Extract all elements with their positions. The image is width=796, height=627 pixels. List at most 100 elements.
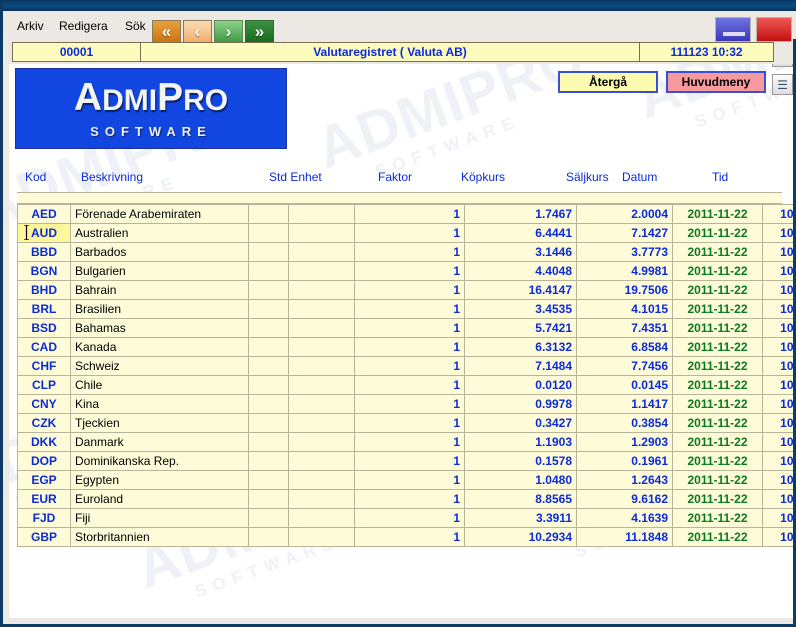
cell-saljkurs[interactable]: 7.1427 [576,223,673,243]
cell-datum[interactable]: 2011-11-22 [672,527,763,547]
cell-kopkurs[interactable]: 3.4535 [464,299,577,319]
cell-beskrivning[interactable]: Euroland [70,489,249,509]
cell-std[interactable] [248,299,289,319]
cell-beskrivning[interactable]: Dominikanska Rep. [70,451,249,471]
cell-beskrivning[interactable]: Brasilien [70,299,249,319]
cell-tid[interactable]: 10:59 [762,508,793,528]
cell-faktor[interactable]: 1 [354,299,465,319]
cell-tid[interactable]: 10:59 [762,280,793,300]
cell-datum[interactable]: 2011-11-22 [672,223,763,243]
cell-std[interactable] [248,356,289,376]
table-row[interactable]: CZKTjeckien 10.34270.38542011-11-2210:59 [17,413,793,433]
cell-beskrivning[interactable]: Danmark [70,432,249,452]
cell-saljkurs[interactable]: 11.1848 [576,527,673,547]
cell-kod[interactable]: DKK [17,432,71,452]
cell-datum[interactable]: 2011-11-22 [672,451,763,471]
cell-datum[interactable]: 2011-11-22 [672,413,763,433]
cell-faktor[interactable]: 1 [354,432,465,452]
cell-enhet[interactable] [288,318,355,338]
cell-saljkurs[interactable]: 3.7773 [576,242,673,262]
cell-kopkurs[interactable]: 3.3911 [464,508,577,528]
cell-kopkurs[interactable]: 7.1484 [464,356,577,376]
cell-enhet[interactable] [288,299,355,319]
cell-beskrivning[interactable]: Kanada [70,337,249,357]
cell-enhet[interactable] [288,413,355,433]
cell-kod[interactable]: BHD [17,280,71,300]
cell-datum[interactable]: 2011-11-22 [672,432,763,452]
cell-kopkurs[interactable]: 6.4441 [464,223,577,243]
cell-kopkurs[interactable]: 4.4048 [464,261,577,281]
cell-beskrivning[interactable]: Chile [70,375,249,395]
cell-kopkurs[interactable]: 6.3132 [464,337,577,357]
table-row[interactable]: DKKDanmark 11.19031.29032011-11-2210:59 [17,432,793,452]
nav-next-icon[interactable]: › [214,20,243,43]
cell-saljkurs[interactable]: 0.1961 [576,451,673,471]
table-row[interactable]: EGPEgypten 11.04801.26432011-11-2210:59 [17,470,793,490]
cell-saljkurs[interactable]: 0.0145 [576,375,673,395]
table-row[interactable]: BSDBahamas 15.74217.43512011-11-2210:59 [17,318,793,338]
table-row[interactable]: EUREuroland 18.85659.61622011-11-2210:59 [17,489,793,509]
cell-saljkurs[interactable]: 7.7456 [576,356,673,376]
nav-last-icon[interactable]: » [245,20,274,43]
cell-std[interactable] [248,375,289,395]
nav-first-icon[interactable]: « [152,20,181,43]
cell-beskrivning[interactable]: Bahamas [70,318,249,338]
cell-kod[interactable]: BRL [17,299,71,319]
cell-saljkurs[interactable]: 4.1639 [576,508,673,528]
cell-kopkurs[interactable]: 0.0120 [464,375,577,395]
cell-enhet[interactable] [288,223,355,243]
cell-kod[interactable]: AED [17,204,71,224]
cell-saljkurs[interactable]: 4.9981 [576,261,673,281]
atergk-button[interactable]: Återgå [558,71,658,93]
cell-enhet[interactable] [288,527,355,547]
cell-std[interactable] [248,223,289,243]
menu-item-arkiv[interactable]: Arkiv [14,18,47,34]
cell-beskrivning[interactable]: Fiji [70,508,249,528]
huvudmeny-button[interactable]: Huvudmeny [666,71,766,93]
cell-kopkurs[interactable]: 16.4147 [464,280,577,300]
cell-tid[interactable]: 10:59 [762,299,793,319]
cell-beskrivning[interactable]: Bulgarien [70,261,249,281]
table-row[interactable]: BHDBahrain 116.414719.75062011-11-2210:59 [17,280,793,300]
cell-datum[interactable]: 2011-11-22 [672,280,763,300]
cell-enhet[interactable] [288,280,355,300]
cell-std[interactable] [248,280,289,300]
cell-tid[interactable]: 10:59 [762,527,793,547]
table-row[interactable]: AUD Australien 16.44417.14272011-11-2210:5… [17,223,793,243]
cell-tid[interactable]: 10:59 [762,318,793,338]
cell-std[interactable] [248,261,289,281]
table-row[interactable]: BBDBarbados 13.14463.77732011-11-2210:59 [17,242,793,262]
nav-previous-icon[interactable]: ‹ [183,20,212,43]
cell-beskrivning[interactable]: Förenade Arabemiraten [70,204,249,224]
cell-enhet[interactable] [288,432,355,452]
cell-datum[interactable]: 2011-11-22 [672,337,763,357]
cell-std[interactable] [248,451,289,471]
cell-enhet[interactable] [288,204,355,224]
cell-datum[interactable]: 2011-11-22 [672,508,763,528]
cell-tid[interactable]: 10:59 [762,375,793,395]
cell-faktor[interactable]: 1 [354,451,465,471]
cell-enhet[interactable] [288,356,355,376]
cell-faktor[interactable]: 1 [354,204,465,224]
cell-tid[interactable]: 10:59 [762,394,793,414]
cell-datum[interactable]: 2011-11-22 [672,356,763,376]
cell-beskrivning[interactable]: Egypten [70,470,249,490]
cell-beskrivning[interactable]: Kina [70,394,249,414]
cell-kopkurs[interactable]: 1.7467 [464,204,577,224]
table-row[interactable]: BRLBrasilien 13.45354.10152011-11-2210:59 [17,299,793,319]
cell-faktor[interactable]: 1 [354,356,465,376]
cell-datum[interactable]: 2011-11-22 [672,375,763,395]
cell-enhet[interactable] [288,489,355,509]
table-row[interactable]: CADKanada 16.31326.85842011-11-2210:59 [17,337,793,357]
cell-std[interactable] [248,508,289,528]
cell-faktor[interactable]: 1 [354,508,465,528]
cell-datum[interactable]: 2011-11-22 [672,261,763,281]
cell-faktor[interactable]: 1 [354,242,465,262]
cell-tid[interactable]: 10:59 [762,204,793,224]
cell-tid[interactable]: 10:59 [762,432,793,452]
table-row[interactable]: CNYKina 10.99781.14172011-11-2210:59 [17,394,793,414]
cell-kopkurs[interactable]: 8.8565 [464,489,577,509]
cell-std[interactable] [248,413,289,433]
cell-kopkurs[interactable]: 3.1446 [464,242,577,262]
table-row[interactable]: CHFSchweiz 17.14847.74562011-11-2210:59 [17,356,793,376]
